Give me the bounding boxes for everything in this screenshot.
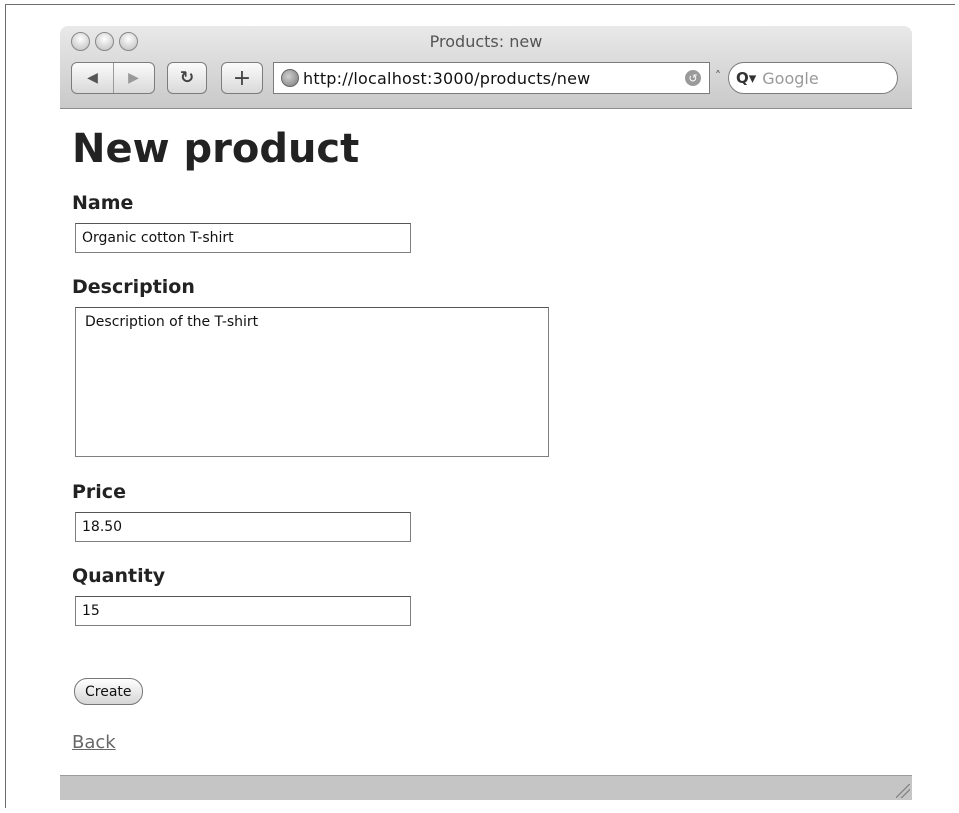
reload-icon: ↻	[179, 68, 195, 88]
description-field[interactable]: Description of the T-shirt	[75, 307, 549, 457]
back-link[interactable]: Back	[72, 732, 116, 753]
window-title: Products: new	[429, 32, 543, 51]
add-bookmark-button[interactable]: +	[221, 62, 263, 94]
search-placeholder[interactable]: Google	[762, 69, 818, 88]
plus-icon: +	[232, 65, 252, 91]
back-arrow-icon[interactable]: ◀	[72, 63, 114, 93]
address-bar[interactable]: http://localhost:3000/products/new ↺	[273, 62, 710, 94]
reload-button[interactable]: ↻	[167, 62, 207, 94]
quantity-label: Quantity	[72, 565, 166, 587]
snapback-icon[interactable]: ↺	[685, 70, 701, 86]
caret-icon: ˄	[715, 69, 721, 83]
create-button[interactable]: Create	[74, 678, 143, 705]
price-label: Price	[72, 481, 126, 503]
page-title: New product	[72, 126, 360, 172]
browser-toolbar: Products: new ◀ ▶ ↻ + http://localhost:3…	[60, 26, 912, 109]
url-text[interactable]: http://localhost:3000/products/new	[303, 69, 685, 88]
navigation-buttons: ◀ ▶	[71, 62, 155, 94]
resize-grip-icon[interactable]	[896, 784, 910, 798]
price-field[interactable]	[75, 512, 411, 542]
quantity-field[interactable]	[75, 596, 411, 626]
name-label: Name	[72, 192, 134, 214]
description-label: Description	[72, 276, 195, 298]
browser-window: Products: new ◀ ▶ ↻ + http://localhost:3…	[60, 26, 912, 800]
search-icon[interactable]: Q▾	[736, 69, 756, 87]
search-field[interactable]: Q▾ Google	[728, 62, 898, 94]
forward-arrow-icon[interactable]: ▶	[113, 63, 154, 93]
status-bar	[60, 775, 912, 800]
globe-icon	[281, 69, 299, 87]
name-field[interactable]	[75, 223, 411, 253]
